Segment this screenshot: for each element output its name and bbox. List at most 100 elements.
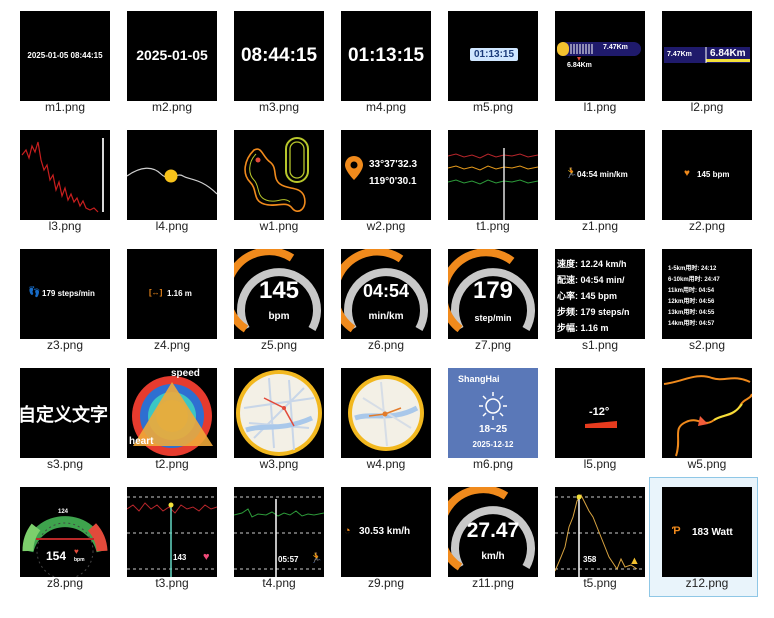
file-item-m3[interactable]: 08:44:15 m3.png bbox=[222, 2, 329, 120]
file-item-w2[interactable]: 33°37'32.3 119°0'30.1 w2.png bbox=[329, 121, 436, 239]
file-item-t5[interactable]: 358 ▲ t5.png bbox=[543, 478, 650, 596]
file-item-z7[interactable]: 179 step/min z7.png bbox=[436, 240, 543, 358]
file-item-w5[interactable]: w5.png bbox=[650, 359, 757, 477]
file-label: t1.png bbox=[476, 219, 510, 233]
thumbnail-l4 bbox=[127, 130, 217, 220]
file-item-l2[interactable]: 7.47Km 6.84Km l2.png bbox=[650, 2, 757, 120]
file-label: l3.png bbox=[48, 219, 82, 233]
file-item-s2[interactable]: 1-5km用时: 24:12 6-10km用时: 24:47 11km用时: 0… bbox=[650, 240, 757, 358]
file-label: l2.png bbox=[690, 100, 724, 114]
file-label: w2.png bbox=[366, 219, 406, 233]
file-item-m1[interactable]: 2025-01-05 08:44:15 m1.png bbox=[8, 2, 115, 120]
line-graph-icon bbox=[21, 138, 104, 213]
thumbnail-s1: 速度: 12.24 km/h 配速: 04:54 min/ 心率: 145 bp… bbox=[555, 249, 645, 339]
preview-text: 33°37'32.3 bbox=[369, 159, 418, 170]
preview-text: 27.47 bbox=[466, 519, 520, 542]
file-label: z8.png bbox=[46, 576, 84, 590]
file-item-z5[interactable]: 145 bpm z5.png bbox=[222, 240, 329, 358]
file-item-z6[interactable]: 04:54 min/km z6.png bbox=[329, 240, 436, 358]
file-label: z12.png bbox=[685, 576, 729, 590]
file-label: s2.png bbox=[688, 338, 726, 352]
file-item-l4[interactable]: l4.png bbox=[115, 121, 222, 239]
thumbnail-t4: 05:57 🏃 bbox=[234, 487, 324, 577]
map-icon bbox=[236, 370, 322, 456]
preview-text: 7.47Km bbox=[667, 51, 692, 58]
preview-text: 05:57 bbox=[278, 555, 299, 564]
file-label: m3.png bbox=[258, 100, 300, 114]
file-label: l5.png bbox=[583, 457, 617, 471]
file-item-z4[interactable]: [↔] 1.16 m z4.png bbox=[115, 240, 222, 358]
file-label: t2.png bbox=[155, 457, 189, 471]
preview-text: 08:44:15 bbox=[240, 45, 318, 66]
file-item-l3[interactable]: l3.png bbox=[8, 121, 115, 239]
thumbnail-w4 bbox=[341, 368, 431, 458]
file-item-l5[interactable]: -12° l5.png bbox=[543, 359, 650, 477]
heart-rate-chart-icon bbox=[127, 496, 217, 577]
preview-text: 04:54 bbox=[362, 281, 410, 301]
preview-text: 358 bbox=[583, 555, 597, 564]
file-item-z8[interactable]: 124 154 ♥ bpm z8.png bbox=[8, 478, 115, 596]
preview-text: step/min bbox=[474, 313, 512, 323]
thumbnail-l3 bbox=[20, 130, 110, 220]
preview-text: 18~25 bbox=[478, 424, 508, 435]
preview-text: 11km用时: 04:54 bbox=[668, 288, 715, 294]
file-label: z2.png bbox=[688, 219, 726, 233]
route-map-icon bbox=[244, 137, 309, 212]
file-item-w4[interactable]: w4.png bbox=[329, 359, 436, 477]
file-item-z12[interactable]: Ƥ 183 Watt z12.png bbox=[649, 477, 758, 597]
thumbnail-z4: [↔] 1.16 m bbox=[127, 249, 217, 339]
thumbnail-t5: 358 ▲ bbox=[555, 487, 645, 577]
footstep-icon: 👣 bbox=[28, 287, 41, 298]
preview-text: speed bbox=[171, 368, 200, 379]
preview-text: 12km用时: 04:56 bbox=[668, 299, 715, 305]
file-label: t3.png bbox=[155, 576, 189, 590]
file-item-t4[interactable]: 05:57 🏃 t4.png bbox=[222, 478, 329, 596]
slope-icon bbox=[585, 421, 617, 428]
file-item-z9[interactable]: ◔ 30.53 km/h z9.png bbox=[329, 478, 436, 596]
preview-text: heart bbox=[129, 436, 154, 447]
thumbnail-m4: 01:13:15 bbox=[341, 11, 431, 101]
file-item-m4[interactable]: 01:13:15 m4.png bbox=[329, 2, 436, 120]
file-item-t2[interactable]: speed heart t2.png bbox=[115, 359, 222, 477]
file-item-m5[interactable]: 01:13:15 m5.png bbox=[436, 2, 543, 120]
preview-text: 6.84Km bbox=[567, 62, 592, 69]
file-item-w3[interactable]: w3.png bbox=[222, 359, 329, 477]
file-grid: 2025-01-05 08:44:15 m1.png 2025-01-05 m2… bbox=[0, 0, 774, 618]
preview-text: km/h bbox=[481, 551, 505, 562]
file-item-s1[interactable]: 速度: 12.24 km/h 配速: 04:54 min/ 心率: 145 bp… bbox=[543, 240, 650, 358]
thumbnail-m5: 01:13:15 bbox=[448, 11, 538, 101]
file-label: z7.png bbox=[474, 338, 512, 352]
file-label: m1.png bbox=[44, 100, 86, 114]
preview-text: 143 bbox=[173, 553, 187, 562]
preview-text: 自定义文字 bbox=[20, 405, 108, 425]
file-item-t3[interactable]: 143 ♥ t3.png bbox=[115, 478, 222, 596]
file-item-z1[interactable]: 🏃 04:54 min/km z1.png bbox=[543, 121, 650, 239]
thumbnail-t2: speed heart bbox=[127, 368, 217, 458]
file-item-z11[interactable]: 27.47 km/h z11.png bbox=[436, 478, 543, 596]
file-item-m2[interactable]: 2025-01-05 m2.png bbox=[115, 2, 222, 120]
preview-text: 14km用时: 04:57 bbox=[668, 321, 715, 327]
preview-text: 2025-01-05 08:44:15 bbox=[27, 51, 103, 60]
power-icon: Ƥ bbox=[672, 525, 681, 537]
preview-text: 6.84Km bbox=[710, 48, 746, 59]
preview-text: 124 bbox=[58, 509, 69, 515]
route-icon bbox=[663, 375, 752, 457]
preview-text: 2025-01-05 bbox=[136, 47, 208, 63]
file-item-z2[interactable]: ♥ 145 bpm z2.png bbox=[650, 121, 757, 239]
file-item-z3[interactable]: 👣 179 steps/min z3.png bbox=[8, 240, 115, 358]
thumbnail-s3: 自定义文字 bbox=[20, 368, 110, 458]
file-label: z4.png bbox=[153, 338, 191, 352]
file-label: m6.png bbox=[472, 457, 514, 471]
file-item-l1[interactable]: 7.47Km 6.84Km l1.png bbox=[543, 2, 650, 120]
runner-icon: 🏃 bbox=[565, 168, 578, 179]
preview-text: 04:54 min/km bbox=[577, 170, 628, 179]
file-item-s3[interactable]: 自定义文字 s3.png bbox=[8, 359, 115, 477]
preview-text: 30.53 km/h bbox=[359, 526, 411, 537]
file-item-w1[interactable]: w1.png bbox=[222, 121, 329, 239]
preview-text: 6-10km用时: 24:47 bbox=[668, 277, 720, 283]
file-item-m6[interactable]: ShangHai 18~25 2025-12-12 m6.png bbox=[436, 359, 543, 477]
file-item-t1[interactable]: t1.png bbox=[436, 121, 543, 239]
file-label: z3.png bbox=[46, 338, 84, 352]
preview-text: 步幅: 1.16 m bbox=[557, 323, 609, 333]
preview-text: 179 steps/min bbox=[42, 289, 95, 298]
